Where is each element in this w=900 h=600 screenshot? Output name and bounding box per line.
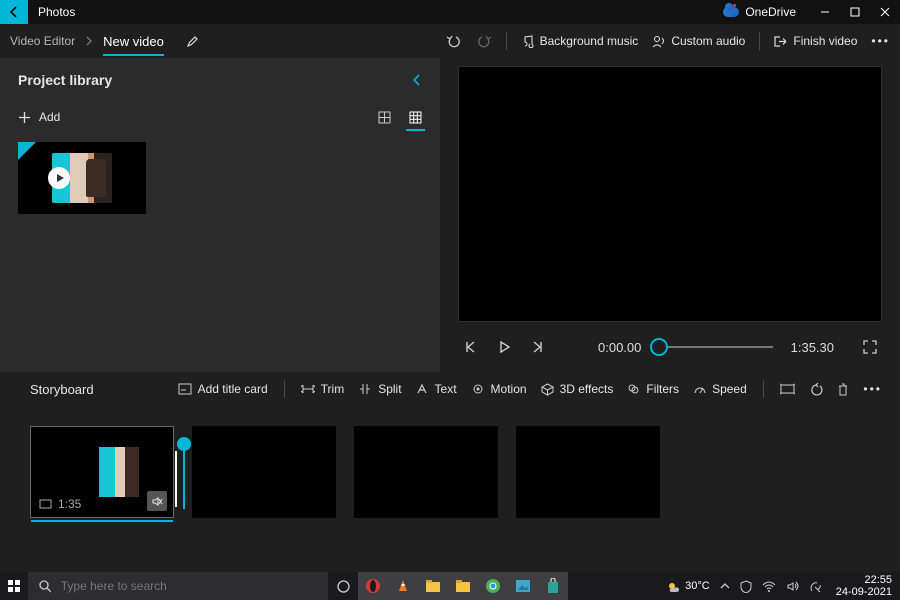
split-button[interactable]: Split xyxy=(358,382,401,396)
storyboard-empty-slot[interactable] xyxy=(516,426,660,518)
finish-video-button[interactable]: Finish video xyxy=(774,34,857,48)
taskbar-search[interactable] xyxy=(28,572,328,600)
rotate-button[interactable] xyxy=(809,383,823,396)
title-card-icon xyxy=(178,383,192,395)
task-view-button[interactable] xyxy=(328,572,358,600)
breadcrumb-current[interactable]: New video xyxy=(103,34,164,49)
3d-effects-button[interactable]: 3D effects xyxy=(541,382,614,396)
tray-security-icon[interactable] xyxy=(740,580,752,593)
plus-icon xyxy=(18,111,31,124)
trim-button[interactable]: Trim xyxy=(301,382,345,396)
grid-large-button[interactable] xyxy=(378,111,391,124)
music-icon xyxy=(521,35,534,48)
storyboard-more-button[interactable]: ••• xyxy=(863,382,882,396)
timeline-scrubber[interactable] xyxy=(659,327,772,367)
prev-frame-button[interactable] xyxy=(462,339,478,355)
text-button[interactable]: Text xyxy=(416,382,457,396)
delete-clip-button[interactable] xyxy=(837,383,849,396)
onedrive-icon xyxy=(723,7,739,17)
maximize-button[interactable] xyxy=(840,0,870,24)
taskbar-app-explorer-2[interactable] xyxy=(448,572,478,600)
storyboard-title: Storyboard xyxy=(30,382,94,397)
more-button[interactable]: ••• xyxy=(871,34,890,48)
filters-button[interactable]: Filters xyxy=(627,382,679,396)
taskbar-app-chrome[interactable] xyxy=(478,572,508,600)
taskbar-app-vlc[interactable] xyxy=(388,572,418,600)
breadcrumb-root[interactable]: Video Editor xyxy=(10,34,75,48)
split-icon xyxy=(358,383,372,395)
grid-small-button[interactable] xyxy=(409,111,422,124)
export-icon xyxy=(774,35,787,48)
custom-audio-button[interactable]: Custom audio xyxy=(652,34,745,48)
duration-icon xyxy=(39,499,52,509)
aspect-ratio-button[interactable] xyxy=(780,383,795,395)
speed-icon xyxy=(693,383,706,395)
storyboard-empty-slot[interactable] xyxy=(354,426,498,518)
tray-language-icon[interactable] xyxy=(809,580,822,593)
onedrive-status[interactable]: OneDrive xyxy=(723,5,796,19)
scrubber-thumb-icon[interactable] xyxy=(650,338,668,356)
onedrive-label: OneDrive xyxy=(745,5,796,19)
clip-thumbnail xyxy=(99,447,139,497)
start-button[interactable] xyxy=(0,572,28,600)
search-icon xyxy=(38,579,51,593)
speed-button[interactable]: Speed xyxy=(693,382,747,396)
text-icon xyxy=(416,383,429,395)
rename-button[interactable] xyxy=(186,34,200,48)
tray-wifi-icon[interactable] xyxy=(762,581,776,592)
storyboard-clip-1[interactable]: 1:35 xyxy=(30,426,174,518)
taskbar-app-photos[interactable] xyxy=(508,572,538,600)
selected-corner-icon xyxy=(18,142,36,160)
play-overlay-icon xyxy=(48,167,70,189)
taskbar-clock[interactable]: 22:55 24-09-2021 xyxy=(828,574,900,598)
tray-volume-icon[interactable] xyxy=(786,580,799,592)
library-clip-thumbnail[interactable] xyxy=(18,142,146,214)
taskbar-app-store[interactable] xyxy=(538,572,568,600)
fullscreen-button[interactable] xyxy=(862,339,878,355)
project-library-title: Project library xyxy=(18,72,112,88)
play-button[interactable] xyxy=(496,339,512,355)
undo-button[interactable] xyxy=(446,34,462,48)
minimize-button[interactable] xyxy=(810,0,840,24)
taskbar-app-opera[interactable] xyxy=(358,572,388,600)
motion-button[interactable]: Motion xyxy=(471,382,527,396)
motion-icon xyxy=(471,383,485,395)
cube-icon xyxy=(541,383,554,396)
trim-icon xyxy=(301,383,315,395)
total-time: 1:35.30 xyxy=(791,340,834,355)
add-media-button[interactable]: Add xyxy=(18,110,60,124)
current-time: 0:00.00 xyxy=(598,340,641,355)
app-title: Photos xyxy=(38,5,75,19)
next-frame-button[interactable] xyxy=(530,339,546,355)
close-button[interactable] xyxy=(870,0,900,24)
chevron-right-icon xyxy=(85,36,93,46)
redo-button[interactable] xyxy=(476,34,492,48)
filters-icon xyxy=(627,383,640,395)
add-title-card-button[interactable]: Add title card xyxy=(178,382,268,396)
collapse-library-button[interactable] xyxy=(412,74,422,86)
weather-icon[interactable]: 30°C xyxy=(666,579,710,594)
background-music-button[interactable]: Background music xyxy=(521,34,639,48)
mute-clip-button[interactable] xyxy=(147,491,167,511)
person-audio-icon xyxy=(652,35,665,48)
back-button[interactable] xyxy=(0,0,28,24)
storyboard-empty-slot[interactable] xyxy=(192,426,336,518)
preview-canvas[interactable] xyxy=(458,66,882,322)
search-input[interactable] xyxy=(59,578,318,594)
taskbar-app-explorer[interactable] xyxy=(418,572,448,600)
clip-duration-label: 1:35 xyxy=(58,497,81,511)
tray-chevron-icon[interactable] xyxy=(720,582,730,590)
